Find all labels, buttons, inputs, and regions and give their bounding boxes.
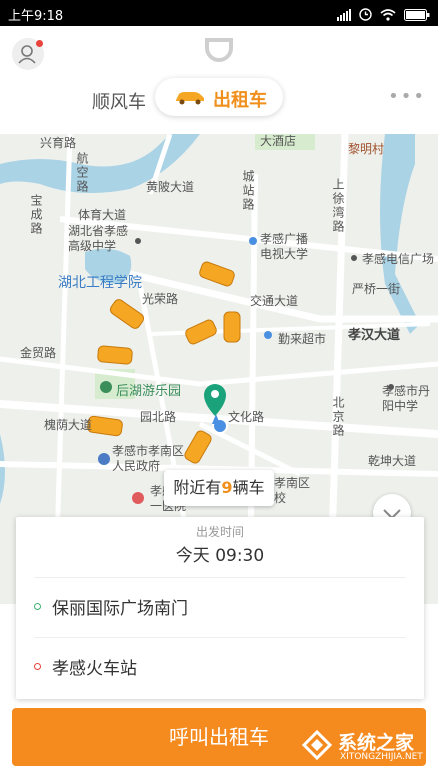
poi-dot	[264, 331, 272, 339]
pin-center	[211, 390, 219, 398]
road-yuanbei	[0, 356, 438, 387]
map-label: 湖北工程学院	[58, 275, 142, 291]
map-label: 上徐湾路	[331, 178, 345, 234]
gov-icon	[98, 453, 110, 465]
notification-dot	[36, 40, 43, 47]
tab-taxi-label: 出租车	[213, 90, 267, 111]
map-label: 黄陂大道	[146, 180, 195, 194]
watermark-url: XITONGZHIJIA.NET	[340, 752, 423, 762]
departure-time-value[interactable]: 今天 09:30	[16, 541, 424, 566]
destination-field: 孝感火车站	[52, 659, 137, 679]
map-label: 北京路	[331, 396, 345, 438]
map-label: 后湖游乐园	[116, 384, 182, 399]
map-label: 孝感广播电视大学	[260, 232, 309, 261]
map-label: 文化路	[228, 410, 265, 424]
wifi-icon	[380, 6, 396, 25]
map-label: 湖北省孝感高级中学	[68, 224, 129, 253]
watermark-text: 系统之家	[338, 732, 415, 754]
map-label: 乾坤大道	[368, 454, 417, 468]
watermark-logo-icon	[301, 729, 333, 761]
callout-prefix: 附近有	[173, 478, 222, 497]
taxi-marker	[223, 311, 241, 343]
map-label: 体育大道	[78, 208, 127, 222]
status-time: 上午9:18	[8, 9, 64, 24]
map-label: 航空路	[75, 152, 89, 194]
destination-row[interactable]: 孝感火车站	[34, 637, 406, 694]
destination-dot	[34, 663, 41, 670]
nearby-cars-callout: 附近有9辆车	[164, 470, 274, 506]
status-icons	[337, 6, 430, 25]
origin-dot	[34, 603, 41, 610]
nearby-cars-count: 9	[221, 478, 233, 497]
callout-suffix: 辆车	[232, 478, 265, 497]
hospital-icon	[132, 492, 144, 504]
watermark: 系统之家 XITONGZHIJIA.NET	[298, 722, 432, 768]
more-icon[interactable]: •••	[388, 86, 426, 107]
trip-card: 出发时间 今天 09:30 保丽国际广场南门 孝感火车站	[16, 517, 424, 699]
map-label: 槐荫大道	[44, 418, 93, 432]
map-label: 严桥一街	[352, 282, 401, 296]
map-label: 黎明村	[348, 142, 385, 156]
taxi-icon	[173, 89, 207, 109]
clock-icon	[359, 6, 372, 25]
map-label: 光荣路	[142, 292, 179, 306]
pickup-pin-icon	[204, 384, 226, 416]
map-label: 园北路	[140, 410, 177, 424]
map-label: 城站路	[241, 170, 255, 212]
origin-field: 保丽国际广场南门	[52, 599, 188, 619]
taxi-marker	[199, 261, 235, 287]
map-label: 交通大道	[250, 294, 299, 308]
poi-dot	[135, 238, 141, 244]
park-icon	[100, 381, 112, 393]
river-west	[0, 434, 5, 504]
origin-row[interactable]: 保丽国际广场南门	[34, 577, 406, 634]
avatar[interactable]	[12, 38, 44, 70]
taxi-marker	[185, 319, 217, 345]
map-label: 大酒店	[260, 134, 297, 148]
poi-dot	[249, 237, 257, 245]
didi-logo-icon	[202, 36, 236, 70]
taxi-marker	[109, 299, 145, 329]
map-label: 孝汉大道	[348, 328, 401, 343]
tab-taxi[interactable]: 出租车	[155, 78, 283, 116]
signal-icon	[337, 6, 351, 25]
map-label: 宝成路	[29, 194, 43, 236]
map-label: 勤来超市	[278, 332, 327, 346]
map-label: 孝感市丹阳中学	[382, 384, 431, 413]
river-east	[380, 134, 420, 334]
status-bar: 上午9:18	[0, 0, 438, 26]
tab-hitch[interactable]: 顺风车	[92, 88, 146, 114]
taxi-marker	[97, 345, 133, 365]
poi-dot	[351, 255, 357, 261]
taxi-marker	[87, 415, 123, 437]
app-header: ••• 顺风车 出租车	[0, 26, 438, 134]
map-label: 金贸路	[20, 346, 57, 360]
map-label: 兴育路	[40, 136, 77, 150]
departure-time-label: 出发时间	[195, 525, 244, 539]
battery-icon	[404, 6, 430, 25]
map-label: 孝感电信广场	[362, 252, 435, 266]
